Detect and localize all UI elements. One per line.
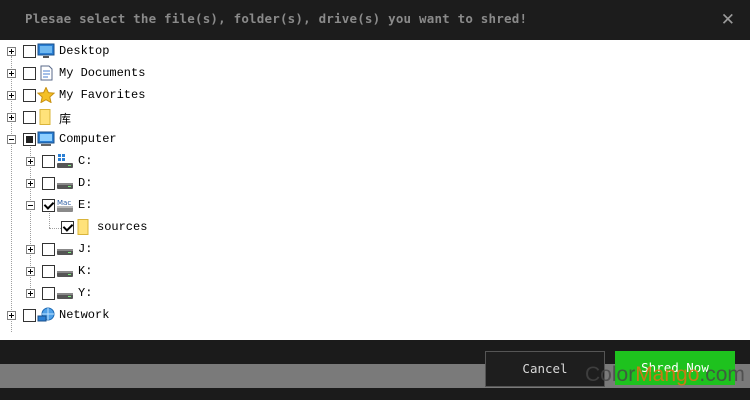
checkbox-drive-k[interactable]: [42, 265, 55, 278]
tree-item-label: E:: [78, 198, 93, 212]
document-icon: [40, 65, 53, 81]
checkbox-desktop[interactable]: [23, 45, 36, 58]
network-icon: [37, 307, 55, 322]
checkbox-drive-e[interactable]: [42, 199, 55, 212]
tree-item-network[interactable]: Network: [0, 305, 300, 325]
system-drive-icon: [57, 154, 73, 168]
tree-item-drive-d[interactable]: D:: [0, 173, 300, 193]
tree-item-label: D:: [78, 176, 93, 190]
tree-item-label: Network: [59, 308, 110, 322]
watermark-part: Mango: [635, 363, 700, 386]
expand-toggle[interactable]: [26, 289, 35, 298]
close-icon[interactable]: ✕: [721, 10, 735, 30]
tree-item-label: J:: [78, 242, 93, 256]
tree-item-drive-e[interactable]: Mac E:: [0, 195, 300, 215]
drive-icon: [57, 271, 73, 277]
checkbox-drive-d[interactable]: [42, 177, 55, 190]
expand-toggle[interactable]: [7, 47, 16, 56]
checkbox-sources[interactable]: [61, 221, 74, 234]
tree-item-drive-y[interactable]: Y:: [0, 283, 300, 303]
drive-icon: [57, 183, 73, 189]
tree-item-label: 库: [59, 113, 72, 127]
folder-icon: [39, 109, 51, 125]
tree-item-my-documents[interactable]: My Documents: [0, 63, 300, 83]
expand-toggle[interactable]: [7, 113, 16, 122]
desktop-icon: [37, 43, 55, 58]
tree-item-drive-j[interactable]: J:: [0, 239, 300, 259]
checkbox-drive-j[interactable]: [42, 243, 55, 256]
checkbox-my-favorites[interactable]: [23, 89, 36, 102]
expand-toggle[interactable]: [26, 179, 35, 188]
expand-toggle[interactable]: [7, 69, 16, 78]
expand-toggle[interactable]: [7, 311, 16, 320]
watermark-part: .com: [699, 363, 745, 386]
tree-item-computer[interactable]: Computer: [0, 129, 300, 149]
tree-item-label: Computer: [59, 132, 117, 146]
tree-item-label: Y:: [78, 286, 93, 300]
tree-item-label: Desktop: [59, 44, 110, 58]
tree-item-label: K:: [78, 264, 93, 278]
folder-icon: [77, 219, 89, 235]
checkbox-computer[interactable]: [23, 133, 36, 146]
star-icon: [37, 87, 55, 103]
checkbox-drive-c[interactable]: [42, 155, 55, 168]
tree-item-my-favorites[interactable]: My Favorites: [0, 85, 300, 105]
checkbox-library[interactable]: [23, 111, 36, 124]
tree-item-sources[interactable]: sources: [0, 217, 300, 237]
checkbox-network[interactable]: [23, 309, 36, 322]
computer-icon: [37, 131, 55, 146]
svg-text:Mac: Mac: [57, 199, 71, 207]
expand-toggle[interactable]: [7, 91, 16, 100]
mac-drive-icon: Mac: [57, 199, 73, 212]
tree-item-label: My Documents: [59, 66, 146, 80]
checkbox-drive-y[interactable]: [42, 287, 55, 300]
collapse-toggle[interactable]: [26, 201, 35, 210]
drive-icon: [57, 293, 73, 299]
checkbox-my-documents[interactable]: [23, 67, 36, 80]
expand-toggle[interactable]: [26, 245, 35, 254]
tree-item-label: sources: [97, 220, 148, 234]
file-tree: Desktop My Documents My Favorites 库 Comp…: [0, 40, 750, 340]
collapse-toggle[interactable]: [7, 135, 16, 144]
title-bar: Plesae select the file(s), folder(s), dr…: [0, 0, 750, 40]
watermark-part: Color: [585, 363, 636, 386]
tree-item-desktop[interactable]: Desktop: [0, 41, 300, 61]
tree-item-library[interactable]: 库: [0, 107, 300, 127]
expand-toggle[interactable]: [26, 157, 35, 166]
tree-item-drive-k[interactable]: K:: [0, 261, 300, 281]
watermark: ColorMango.com: [585, 363, 745, 387]
tree-item-label: C:: [78, 154, 93, 168]
drive-icon: [57, 249, 73, 255]
tree-item-label: My Favorites: [59, 88, 146, 102]
dialog-title: Plesae select the file(s), folder(s), dr…: [25, 11, 528, 26]
expand-toggle[interactable]: [26, 267, 35, 276]
tree-item-drive-c[interactable]: C:: [0, 151, 300, 171]
